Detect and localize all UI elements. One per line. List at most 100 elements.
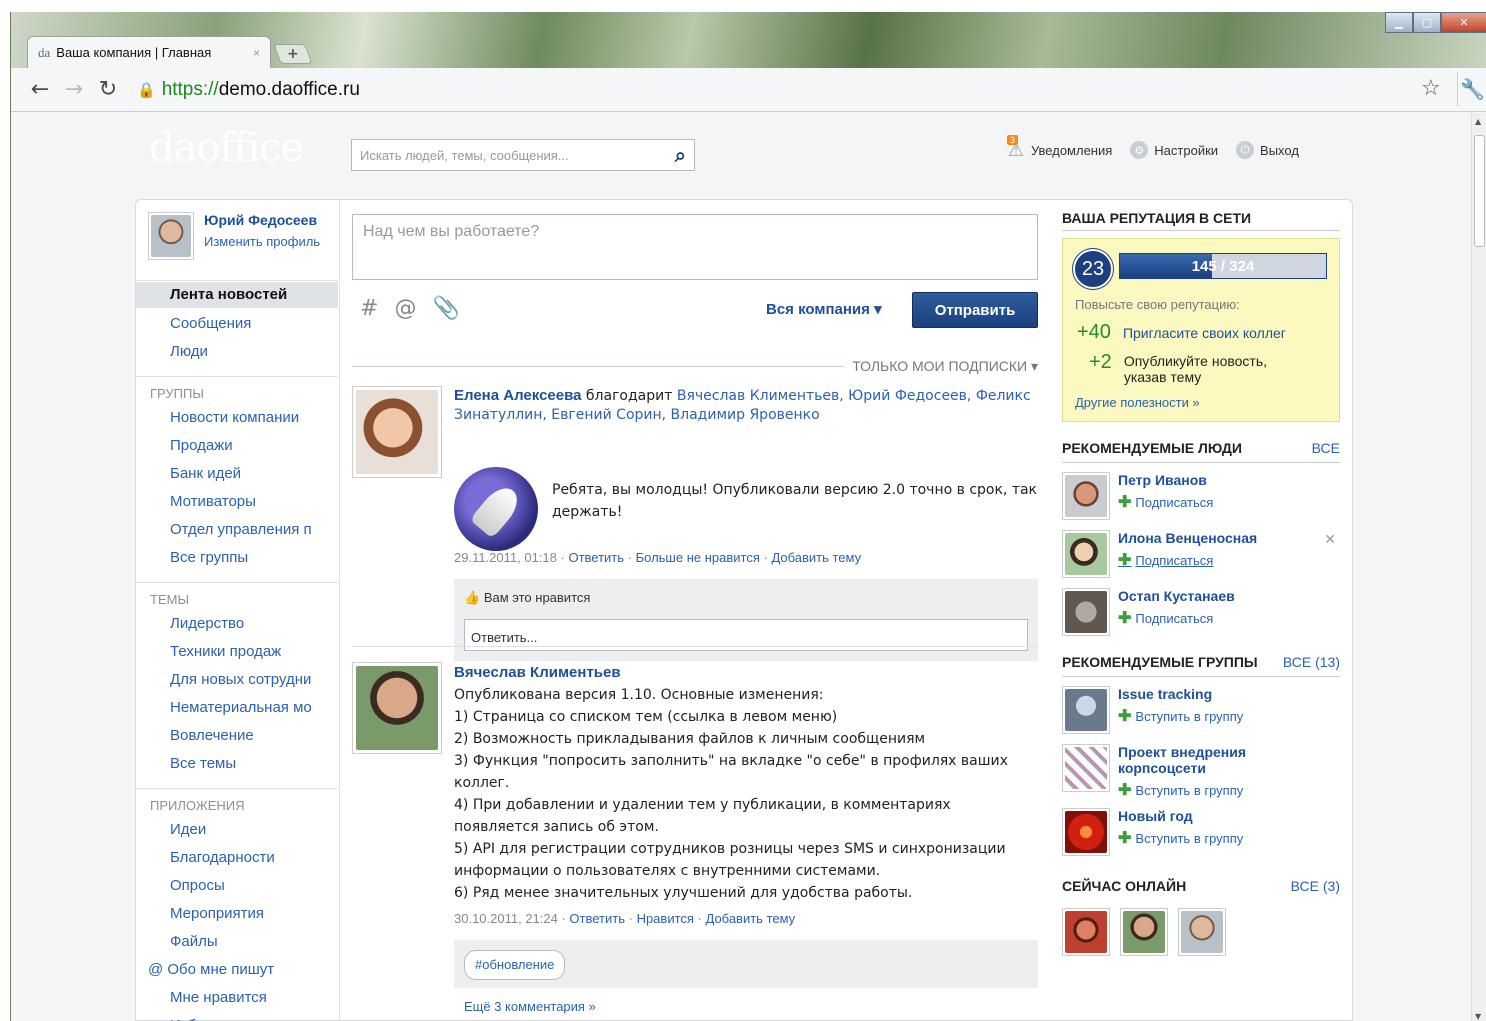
- sidebar-group-item[interactable]: Мотиваторы: [170, 488, 338, 516]
- send-button[interactable]: Отправить: [912, 292, 1038, 328]
- person-name[interactable]: Илона Венценосная: [1118, 530, 1257, 546]
- sidebar-app-item[interactable]: Опросы: [170, 872, 338, 900]
- subscribe-link[interactable]: ✚ Подписаться: [1118, 608, 1235, 628]
- sidebar-item-people[interactable]: Люди: [170, 338, 338, 366]
- audience-dropdown[interactable]: Вся компания ▾: [766, 300, 882, 318]
- compose-input[interactable]: Над чем вы работаете?: [352, 214, 1038, 280]
- person-name[interactable]: Остап Кустанаев: [1118, 588, 1235, 604]
- subscribe-link[interactable]: ✚ Подписаться: [1118, 492, 1213, 512]
- groups-header: ГРУППЫ: [150, 386, 204, 401]
- add-topic-link[interactable]: Добавить тему: [771, 550, 861, 565]
- all-people-link[interactable]: ВСЕ: [1312, 440, 1340, 456]
- sidebar-topic-item[interactable]: Для новых сотрудни: [170, 666, 338, 694]
- back-arrow-icon[interactable]: ←: [23, 77, 57, 102]
- sidebar-app-item[interactable]: @ Обо мне пишут: [148, 956, 338, 984]
- edit-profile-link[interactable]: Изменить профиль: [204, 234, 320, 249]
- reputation-tip[interactable]: +40 Пригласите своих коллег: [1077, 321, 1286, 344]
- more-tips-link[interactable]: Другие полезности »: [1075, 395, 1200, 410]
- avatar[interactable]: [148, 212, 194, 260]
- search-input[interactable]: Искать людей, темы, сообщения... ⌕: [351, 139, 695, 171]
- sidebar-topic-item[interactable]: Вовлечение: [170, 722, 338, 750]
- sidebar-item-feed[interactable]: Лента новостей: [136, 282, 338, 308]
- close-window-button[interactable]: ✕: [1441, 12, 1486, 33]
- dismiss-icon[interactable]: ✕: [1324, 532, 1336, 548]
- group-name[interactable]: Issue tracking: [1118, 686, 1243, 702]
- sidebar-app-item[interactable]: Избранное: [170, 1012, 338, 1021]
- all-online-link[interactable]: ВСЕ (3): [1291, 878, 1340, 894]
- reply-link[interactable]: Ответить: [569, 911, 625, 926]
- new-tab-button[interactable]: +: [273, 44, 313, 64]
- right-sidebar: ВАША РЕПУТАЦИЯ В СЕТИ 23 145 / 324 Повыс…: [1048, 200, 1354, 1021]
- join-group-link[interactable]: ✚ Вступить в группу: [1118, 780, 1268, 800]
- logout-link[interactable]: ⏻ Выход: [1236, 141, 1299, 159]
- avatar[interactable]: [1062, 588, 1110, 636]
- sidebar-app-item[interactable]: Благодарности: [170, 844, 338, 872]
- avatar[interactable]: [1062, 472, 1110, 520]
- reply-link[interactable]: Ответить: [568, 550, 624, 565]
- person-name[interactable]: Петр Иванов: [1118, 472, 1213, 488]
- group-avatar[interactable]: [1062, 686, 1110, 734]
- tip-text[interactable]: Пригласите своих коллег: [1123, 321, 1286, 341]
- avatar[interactable]: [1120, 908, 1168, 956]
- page-scrollbar[interactable]: ▲ ▼: [1471, 113, 1486, 1021]
- group-avatar[interactable]: [1062, 744, 1110, 792]
- add-topic-link[interactable]: Добавить тему: [706, 911, 796, 926]
- wrench-icon[interactable]: 🔧: [1457, 72, 1486, 106]
- group-name[interactable]: Новый год: [1118, 808, 1243, 824]
- search-icon[interactable]: ⌕: [675, 143, 686, 167]
- post-author[interactable]: Елена Алексеева: [454, 387, 581, 404]
- unlike-link[interactable]: Больше не нравится: [636, 550, 760, 565]
- avatar[interactable]: [1062, 530, 1110, 578]
- avatar[interactable]: [1062, 908, 1110, 956]
- avatar[interactable]: [1178, 908, 1226, 956]
- feed-filter-dropdown[interactable]: ТОЛЬКО МОИ ПОДПИСКИ ▾: [852, 358, 1038, 375]
- sidebar-group-item[interactable]: Новости компании: [170, 404, 338, 432]
- join-group-link[interactable]: ✚ Вступить в группу: [1118, 706, 1243, 726]
- sidebar-item-messages[interactable]: Сообщения: [170, 310, 338, 338]
- sidebar-group-item[interactable]: Отдел управления п: [170, 516, 338, 544]
- subscribe-link[interactable]: ✚ Подписаться: [1118, 550, 1257, 570]
- hashtag-icon[interactable]: #: [360, 296, 378, 321]
- mention-icon[interactable]: @: [394, 296, 416, 321]
- settings-link[interactable]: ⚙ Настройки: [1130, 141, 1218, 159]
- sidebar-topic-item[interactable]: Лидерство: [170, 610, 338, 638]
- like-link[interactable]: Нравится: [637, 911, 694, 926]
- browser-tab[interactable]: da Ваша компания | Главная ×: [27, 36, 271, 68]
- sidebar-all-groups[interactable]: Все группы: [170, 544, 338, 572]
- minimize-button[interactable]: ▁: [1385, 12, 1413, 33]
- avatar[interactable]: [352, 662, 442, 754]
- post-author[interactable]: Вячеслав Климентьев: [454, 662, 1038, 684]
- sidebar-app-item[interactable]: Идеи: [170, 816, 338, 844]
- sidebar-group-item[interactable]: Банк идей: [170, 460, 338, 488]
- sidebar-app-item[interactable]: Мероприятия: [170, 900, 338, 928]
- scroll-up-icon[interactable]: ▲: [1475, 117, 1481, 126]
- user-name[interactable]: Юрий Федосеев: [204, 212, 320, 228]
- bookmark-star-icon[interactable]: ☆: [1421, 76, 1441, 101]
- notifications-link[interactable]: ⚠ 3 Уведомления: [1007, 135, 1112, 160]
- sidebar-all-topics[interactable]: Все темы: [170, 750, 338, 778]
- reload-icon[interactable]: ↻: [91, 77, 125, 102]
- more-comments-link[interactable]: Ещё 3 комментария »: [464, 999, 596, 1014]
- scroll-thumb[interactable]: [1474, 135, 1485, 247]
- attach-icon[interactable]: 📎: [432, 296, 459, 321]
- all-groups-link[interactable]: ВСЕ (13): [1283, 654, 1340, 670]
- scroll-down-icon[interactable]: ▼: [1475, 1012, 1481, 1021]
- post-line: 5) API для регистрации сотрудников розни…: [454, 841, 1006, 879]
- sidebar-app-item[interactable]: Мне нравится: [170, 984, 338, 1012]
- avatar[interactable]: [352, 386, 442, 478]
- sidebar-group-item[interactable]: Продажи: [170, 432, 338, 460]
- tab-close-icon[interactable]: ×: [253, 46, 260, 60]
- maximize-button[interactable]: ▢: [1413, 12, 1441, 33]
- address-bar[interactable]: 🔒 https:// demo.daoffice.ru: [137, 76, 1445, 104]
- join-group-link[interactable]: ✚ Вступить в группу: [1118, 828, 1243, 848]
- recommended-person: Остап Кустанаев ✚ Подписаться: [1062, 588, 1340, 636]
- group-name[interactable]: Проект внедрения корпсоцсети: [1118, 744, 1268, 776]
- sidebar-topic-item[interactable]: Нематериальная мо: [170, 694, 338, 722]
- logo[interactable]: daoffice: [149, 125, 304, 171]
- group-avatar[interactable]: [1062, 808, 1110, 856]
- sidebar-topic-item[interactable]: Техники продаж: [170, 638, 338, 666]
- topic-tag[interactable]: #обновление: [464, 950, 566, 980]
- forward-arrow-icon[interactable]: →: [57, 77, 91, 102]
- rocket-image: [454, 467, 538, 551]
- sidebar-app-item[interactable]: Файлы: [170, 928, 338, 956]
